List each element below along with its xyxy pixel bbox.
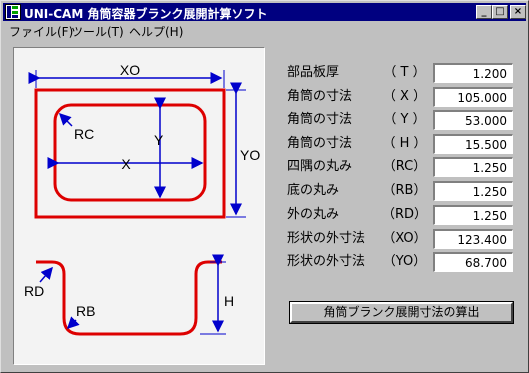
app-window: UNI-CAM 角筒容器ブランク展開計算ソフト _ □ × ファイル(F) ツー…	[0, 0, 529, 373]
rd-input[interactable]	[433, 205, 513, 225]
y-label: Y	[154, 132, 164, 148]
param-row-y: 角筒の寸法 （ Y ）	[287, 110, 426, 130]
param-symbol-rd: （RD）	[382, 207, 428, 222]
h-label: H	[224, 293, 234, 309]
rc-label: RC	[74, 126, 94, 142]
rb-leader-line	[66, 316, 80, 330]
side-view-section	[36, 260, 222, 336]
unicam-app-icon[interactable]	[5, 4, 21, 20]
xo-input[interactable]	[433, 229, 513, 249]
param-symbol-h: （ H ）	[382, 136, 427, 151]
rb-input[interactable]	[433, 181, 513, 201]
yo-input[interactable]	[433, 252, 513, 272]
x-label: X	[121, 156, 131, 172]
param-label-rb: 底の丸み	[287, 183, 340, 198]
param-label-thickness: 部品板厚	[287, 65, 340, 80]
param-label-rd: 外の丸み	[287, 207, 340, 222]
inner-rounded-rectangle	[53, 103, 207, 202]
minimize-button[interactable]: _	[476, 5, 492, 19]
close-icon: ×	[513, 6, 523, 17]
diagram-svg: XO YO X Y RC H RD RB	[24, 62, 260, 336]
maximize-icon: □	[495, 6, 505, 17]
x-dimension-input[interactable]	[433, 87, 513, 107]
param-symbol-rc: （RC）	[382, 159, 427, 174]
param-symbol-rb: （RB）	[382, 183, 427, 198]
param-label-rc: 四隅の丸み	[287, 159, 353, 174]
param-row-h: 角筒の寸法 （ H ）	[287, 134, 427, 154]
menu-bar: ファイル(F) ツール(T) ヘルプ(H)	[3, 21, 526, 40]
param-row-rd: 外の丸み （RD）	[287, 205, 427, 225]
param-row-xo: 形状の外寸法 （XO）	[287, 229, 427, 249]
param-row-rb: 底の丸み （RB）	[287, 181, 426, 201]
dimension-diagram: XO YO X Y RC H RD RB	[13, 47, 265, 365]
param-row-thickness: 部品板厚 （ T ）	[287, 63, 426, 83]
param-row-rc: 四隅の丸み （RC）	[287, 157, 426, 177]
param-symbol-x: （ X ）	[382, 89, 427, 104]
param-label-h: 角筒の寸法	[287, 136, 353, 151]
rc-input[interactable]	[433, 157, 513, 177]
xo-label: XO	[120, 62, 140, 78]
rb-label: RB	[76, 303, 95, 319]
param-symbol-y: （ Y ）	[383, 112, 426, 127]
param-label-x: 角筒の寸法	[287, 89, 353, 104]
param-label-yo: 形状の外寸法	[287, 254, 366, 269]
maximize-button[interactable]: □	[492, 5, 508, 19]
param-symbol-xo: （XO）	[382, 231, 427, 246]
window-title: UNI-CAM 角筒容器ブランク展開計算ソフト	[24, 7, 268, 21]
y-dimension-input[interactable]	[433, 110, 513, 130]
rd-label: RD	[24, 283, 44, 299]
title-bar[interactable]: UNI-CAM 角筒容器ブランク展開計算ソフト _ □ ×	[3, 3, 526, 21]
param-symbol-t: （ T ）	[383, 65, 426, 80]
h-dimension-input[interactable]	[433, 134, 513, 154]
param-label-y: 角筒の寸法	[287, 112, 353, 127]
rd-leader-line	[39, 266, 53, 283]
close-button[interactable]: ×	[510, 5, 526, 19]
minimize-icon: _	[481, 6, 487, 17]
menu-file[interactable]: ファイル(F)	[9, 23, 73, 40]
thickness-input[interactable]	[433, 63, 513, 83]
menu-help[interactable]: ヘルプ(H)	[129, 23, 183, 40]
calculate-blank-button[interactable]: 角筒ブランク展開寸法の算出	[289, 301, 514, 324]
yo-label: YO	[240, 147, 260, 163]
menu-tools[interactable]: ツール(T)	[71, 23, 124, 40]
param-symbol-yo: （YO）	[382, 254, 427, 269]
param-row-yo: 形状の外寸法 （YO）	[287, 252, 426, 272]
param-row-x: 角筒の寸法 （ X ）	[287, 87, 426, 107]
param-label-xo: 形状の外寸法	[287, 231, 366, 246]
rc-leader-line	[58, 112, 73, 127]
